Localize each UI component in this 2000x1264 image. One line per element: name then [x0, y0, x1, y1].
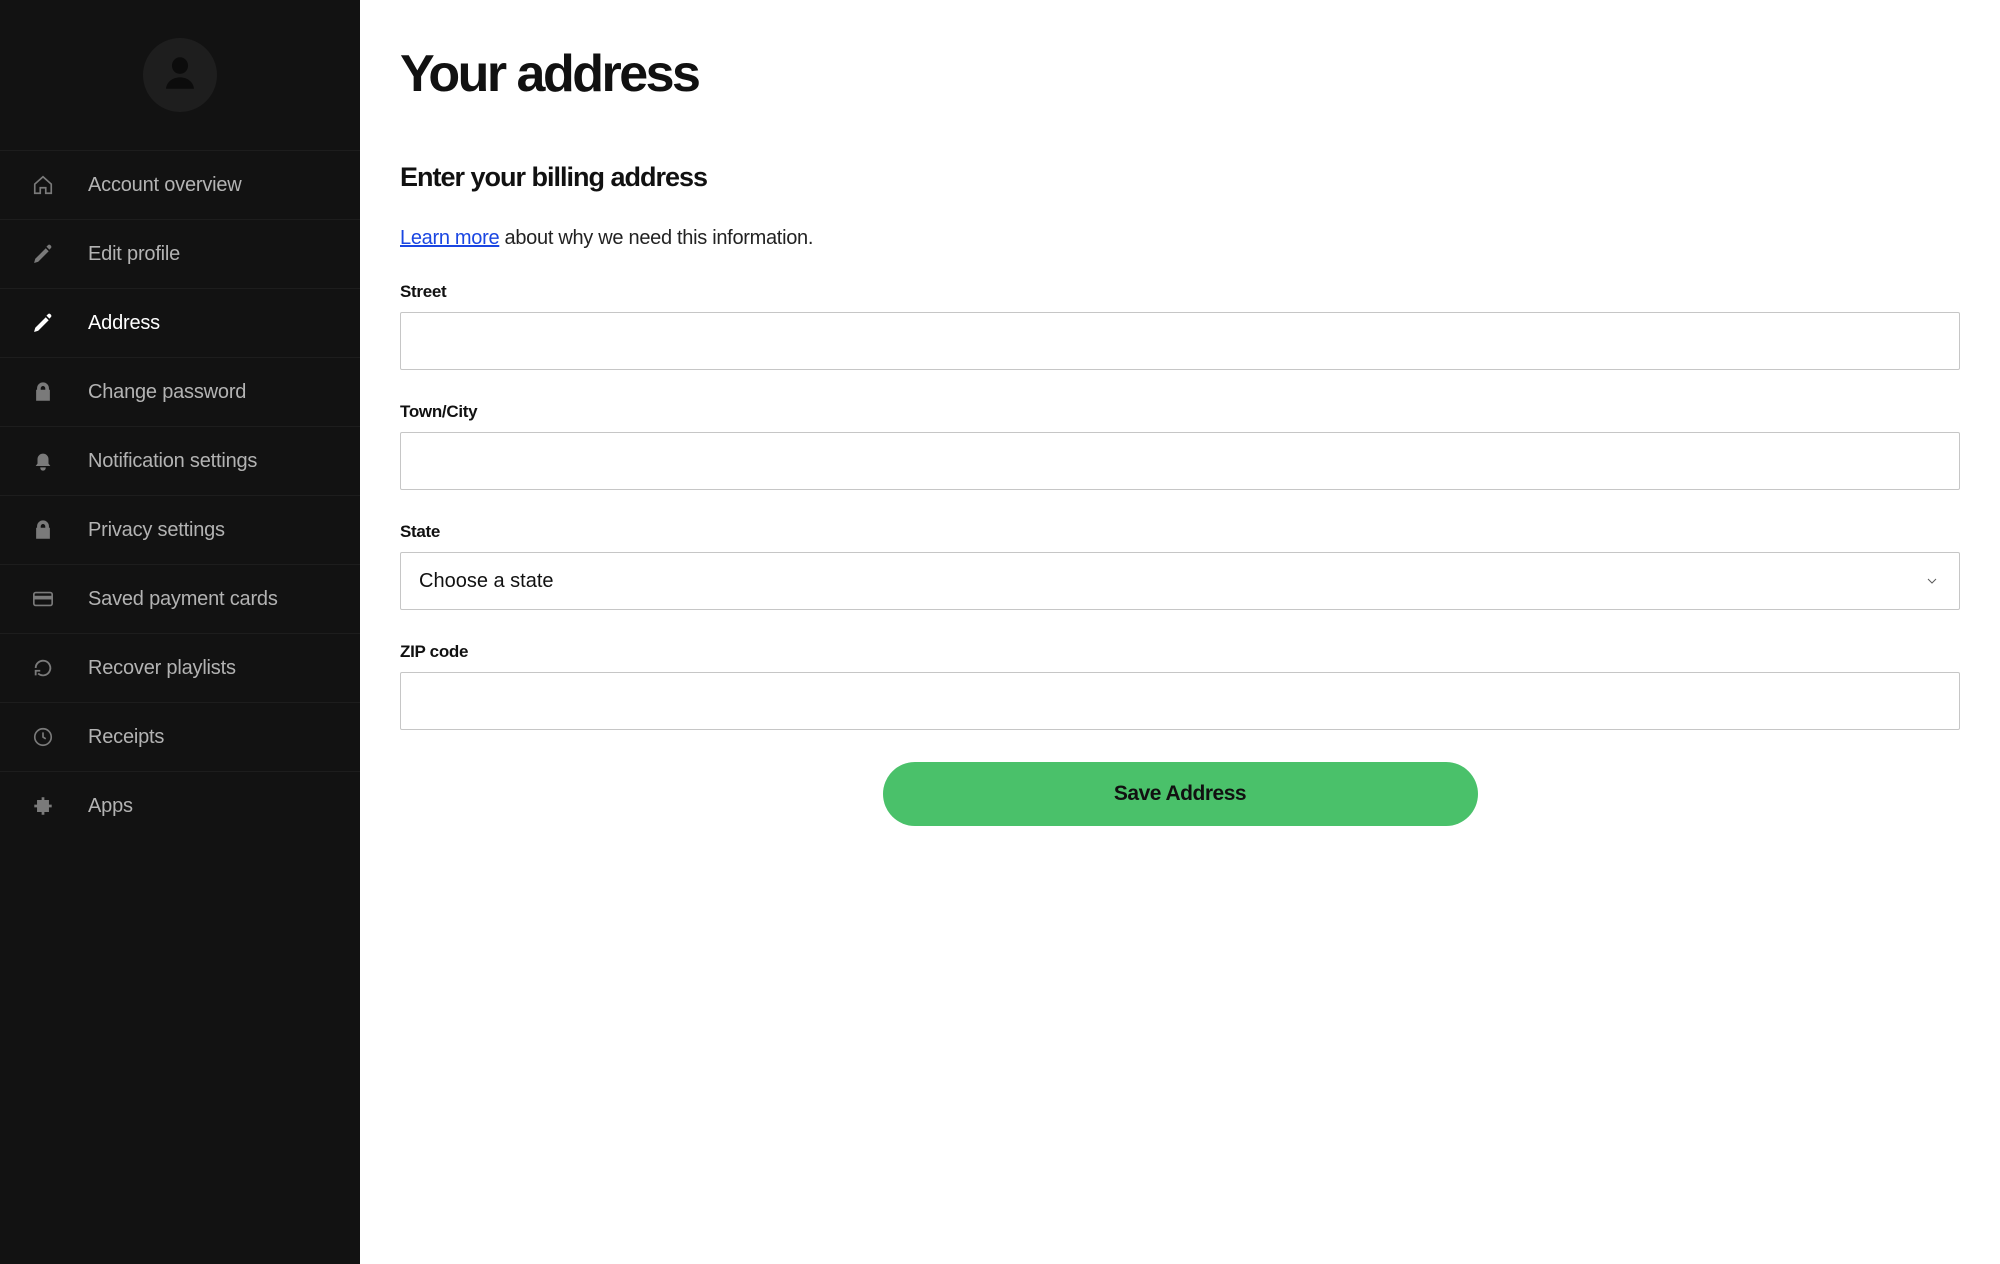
sidebar-item-privacy-settings[interactable]: Privacy settings	[0, 495, 360, 564]
sidebar-item-label: Saved payment cards	[88, 588, 278, 611]
info-suffix: about why we need this information.	[499, 227, 813, 249]
sidebar-item-label: Receipts	[88, 726, 164, 749]
save-address-button[interactable]: Save Address	[883, 762, 1478, 826]
sidebar-item-label: Notification settings	[88, 450, 257, 473]
sidebar-item-label: Account overview	[88, 174, 242, 197]
zip-label: ZIP code	[400, 642, 1960, 662]
info-line: Learn more about why we need this inform…	[400, 227, 1960, 250]
section-title: Enter your billing address	[400, 162, 1960, 193]
lock-icon	[30, 517, 56, 543]
zip-input[interactable]	[400, 672, 1960, 730]
sidebar-item-label: Privacy settings	[88, 519, 225, 542]
card-icon	[30, 586, 56, 612]
sidebar-item-receipts[interactable]: Receipts	[0, 702, 360, 771]
sidebar-item-account-overview[interactable]: Account overview	[0, 150, 360, 219]
sidebar-item-address[interactable]: Address	[0, 288, 360, 357]
pencil-icon	[30, 241, 56, 267]
sidebar-item-change-password[interactable]: Change password	[0, 357, 360, 426]
sidebar-item-edit-profile[interactable]: Edit profile	[0, 219, 360, 288]
sidebar-item-label: Address	[88, 312, 160, 335]
sidebar-nav: Account overview Edit profile Address Ch…	[0, 150, 360, 840]
state-selected-value: Choose a state	[419, 570, 554, 593]
pencil-icon	[30, 310, 56, 336]
sidebar-item-label: Edit profile	[88, 243, 180, 266]
sidebar-item-recover-playlists[interactable]: Recover playlists	[0, 633, 360, 702]
clock-icon	[30, 724, 56, 750]
bell-icon	[30, 448, 56, 474]
learn-more-link[interactable]: Learn more	[400, 227, 499, 249]
state-label: State	[400, 522, 1960, 542]
city-input[interactable]	[400, 432, 1960, 490]
field-group-street: Street	[400, 282, 1960, 370]
user-silhouette-icon	[159, 52, 201, 99]
avatar[interactable]	[143, 38, 217, 112]
puzzle-icon	[30, 793, 56, 819]
state-select[interactable]: Choose a state	[400, 552, 1960, 610]
field-group-zip: ZIP code	[400, 642, 1960, 730]
main-content: Your address Enter your billing address …	[360, 0, 2000, 1264]
lock-icon	[30, 379, 56, 405]
street-input[interactable]	[400, 312, 1960, 370]
street-label: Street	[400, 282, 1960, 302]
avatar-container	[0, 0, 360, 150]
refresh-icon	[30, 655, 56, 681]
page-title: Your address	[400, 44, 1960, 104]
sidebar-item-saved-payment-cards[interactable]: Saved payment cards	[0, 564, 360, 633]
home-icon	[30, 172, 56, 198]
sidebar: Account overview Edit profile Address Ch…	[0, 0, 360, 1264]
sidebar-item-label: Recover playlists	[88, 657, 236, 680]
sidebar-item-label: Apps	[88, 795, 133, 818]
sidebar-item-notification-settings[interactable]: Notification settings	[0, 426, 360, 495]
sidebar-item-label: Change password	[88, 381, 246, 404]
save-button-container: Save Address	[400, 762, 1960, 826]
sidebar-item-apps[interactable]: Apps	[0, 771, 360, 840]
field-group-state: State Choose a state	[400, 522, 1960, 610]
chevron-down-icon	[1923, 572, 1941, 590]
field-group-city: Town/City	[400, 402, 1960, 490]
city-label: Town/City	[400, 402, 1960, 422]
